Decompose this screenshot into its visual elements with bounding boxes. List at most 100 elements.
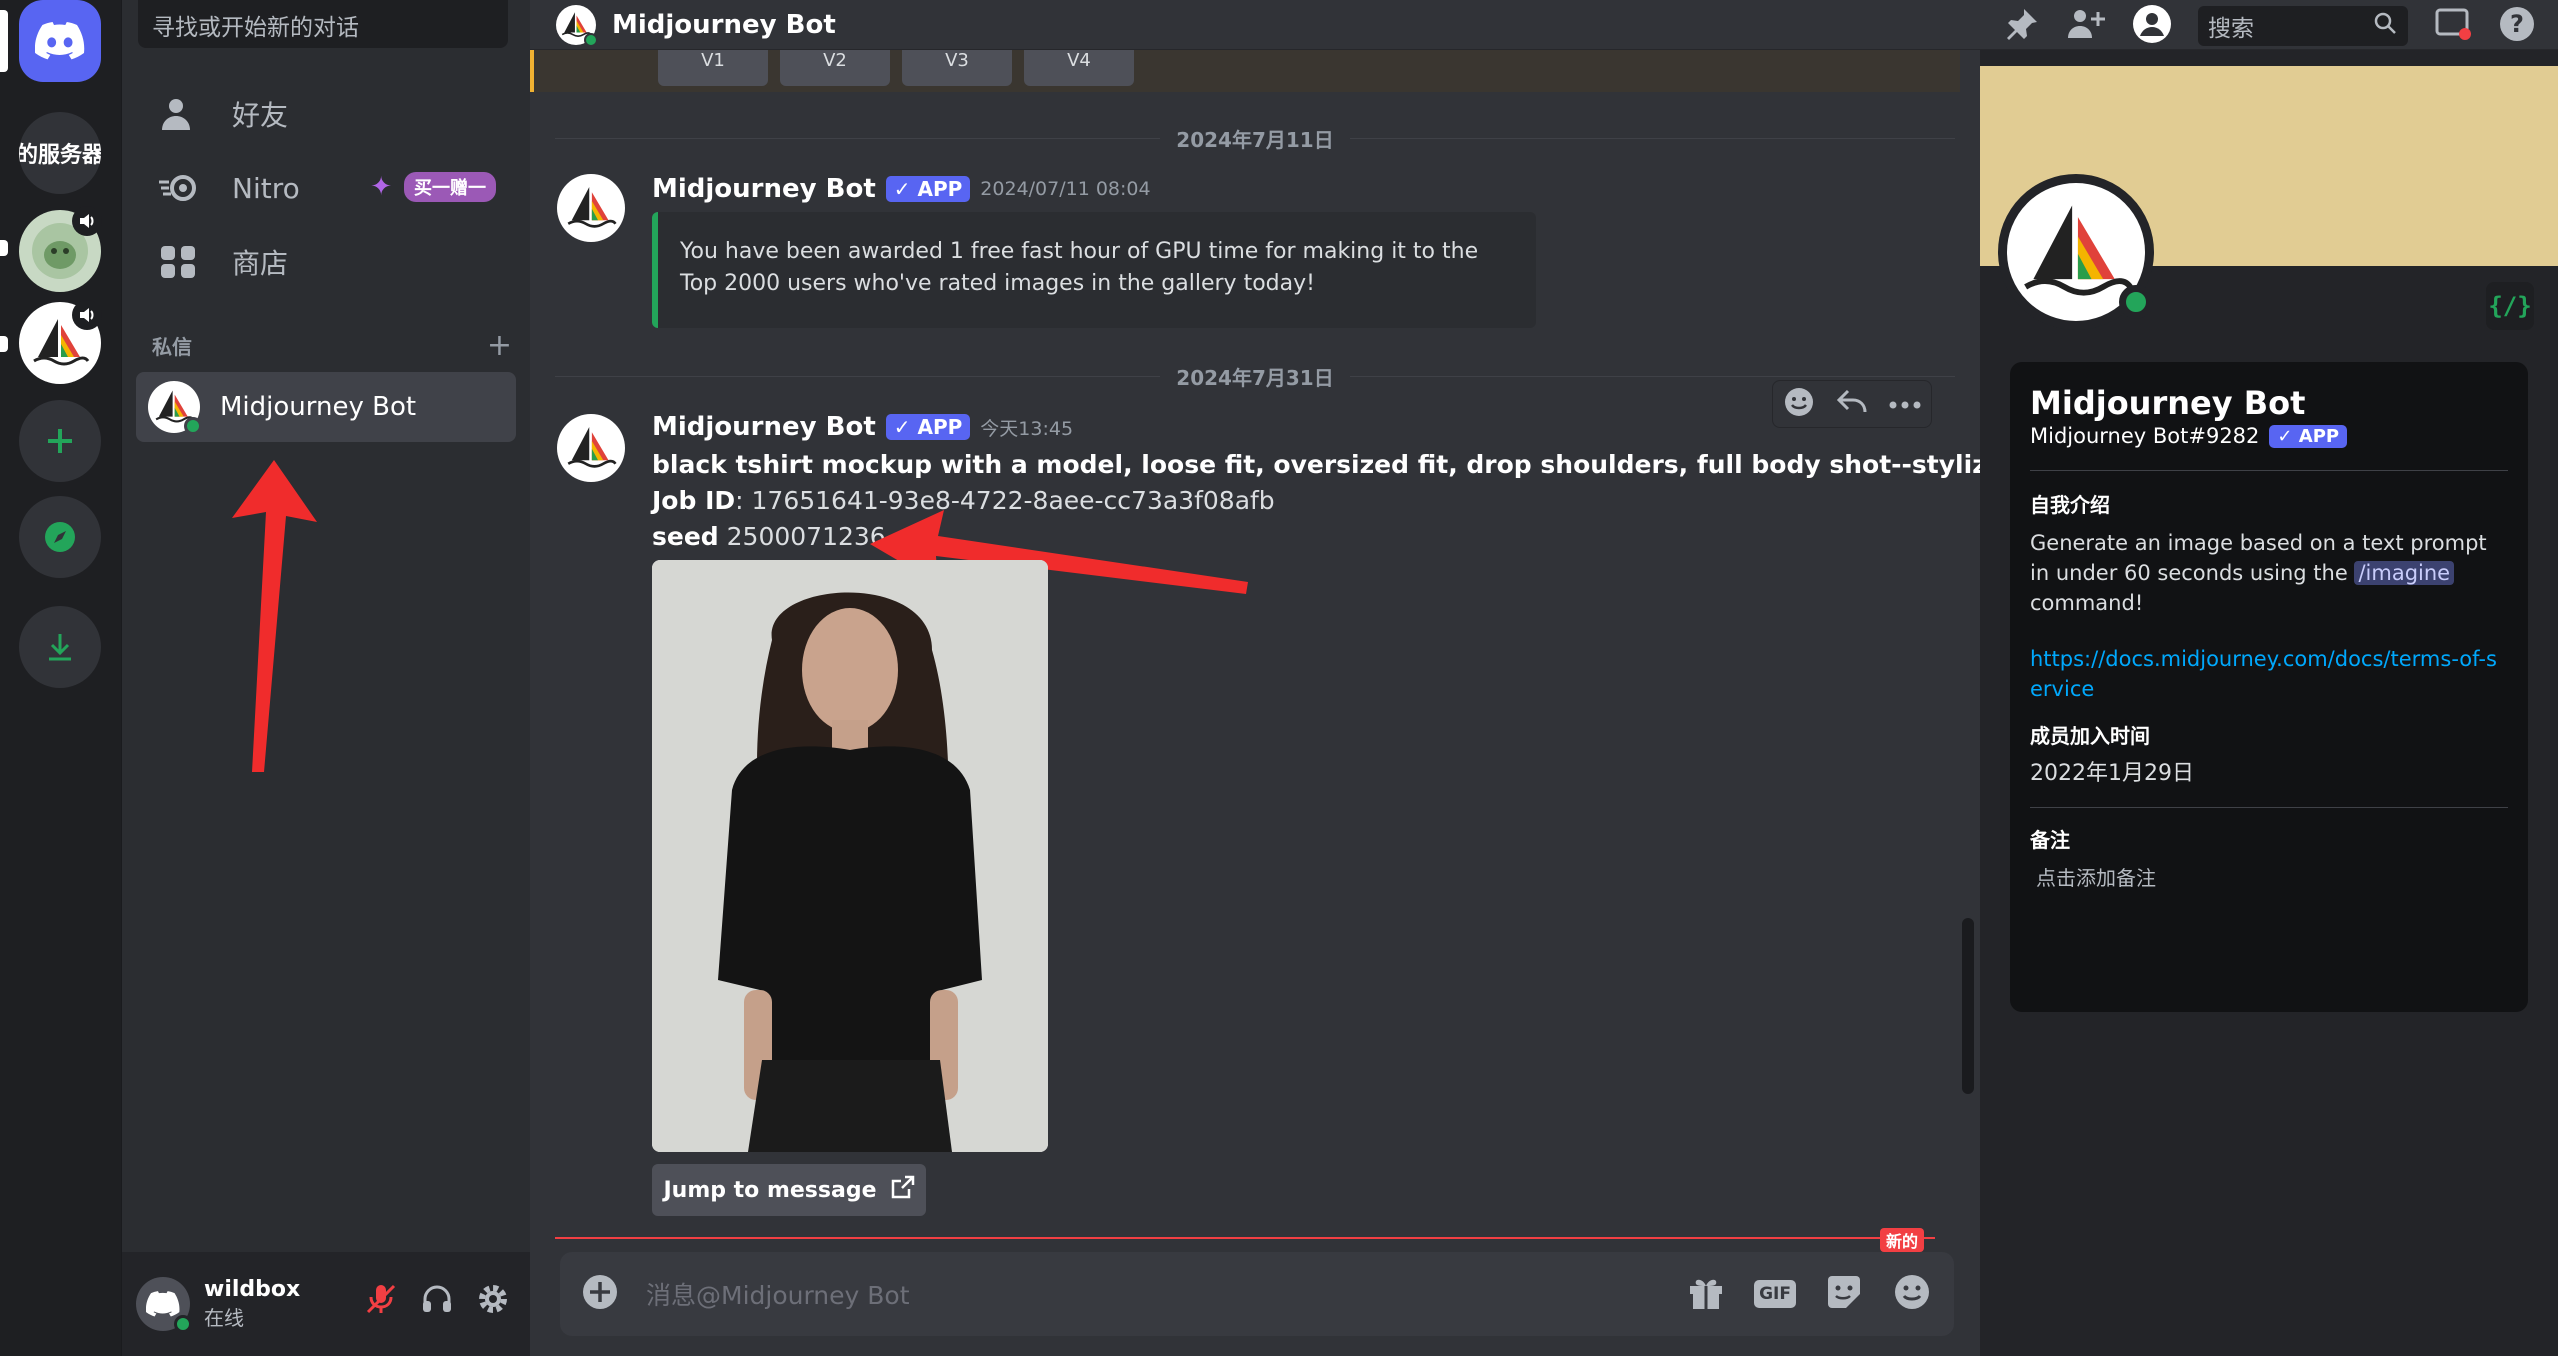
add-server-button[interactable] <box>19 400 101 482</box>
nav-friends[interactable]: 好友 <box>136 78 516 150</box>
external-link-icon <box>891 1175 915 1205</box>
previous-message-tail: V1 V2 V3 V4 <box>530 50 1960 92</box>
speaker-icon-2 <box>72 300 102 330</box>
terms-link[interactable]: https://docs.midjourney.com/docs/terms-o… <box>2030 644 2508 704</box>
nav-nitro-label: Nitro <box>232 171 300 205</box>
explore-servers-button[interactable] <box>19 496 101 578</box>
header-online-dot <box>584 32 598 47</box>
gift-icon[interactable] <box>1686 1272 1726 1316</box>
inbox-icon[interactable] <box>2434 6 2472 46</box>
add-reaction-icon[interactable] <box>1782 385 1816 423</box>
user-profile-panel: {/} Midjourney Bot Midjourney Bot#9282 ✓… <box>1980 50 2558 1356</box>
profile-avatar[interactable] <box>1998 174 2154 330</box>
date-separator: 2024年7月11日 <box>555 124 1956 152</box>
generated-image[interactable] <box>652 560 1048 1152</box>
nav-shop[interactable]: 商店 <box>136 226 516 298</box>
member-since-date: 2022年1月29日 <box>2030 761 2194 786</box>
chat-scrollbar-thumb[interactable] <box>1962 918 1974 1094</box>
download-icon <box>49 634 71 661</box>
user-avatar[interactable] <box>136 1277 192 1333</box>
jump-to-message-label: Jump to message <box>663 1177 877 1203</box>
variation-button-3[interactable]: V3 <box>902 50 1012 86</box>
user-status: 在线 <box>204 1306 244 1330</box>
message-hover-toolbar <box>1772 380 1932 428</box>
message-author[interactable]: Midjourney Bot <box>652 412 876 442</box>
discord-window: 的服务器 寻找或开始新的对话 好友 Nitro ✦ 买一赠一 商店 私信 + M… <box>0 0 2558 1356</box>
dm-list-header: 私信 + <box>152 328 512 363</box>
chat-title: Midjourney Bot <box>612 9 836 40</box>
nav-shop-label: 商店 <box>232 247 289 280</box>
jump-to-message-button[interactable]: Jump to message <box>652 1164 926 1216</box>
message-avatar[interactable] <box>557 174 625 242</box>
nav-friends-label: 好友 <box>232 99 289 132</box>
compass-icon <box>45 522 75 552</box>
prompt-line: black tshirt mockup with a model, loose … <box>652 450 2065 479</box>
message-header: Midjourney Bot ✓ APP 今天13:45 <box>652 412 1073 442</box>
online-status-dot <box>184 417 202 435</box>
add-note-input[interactable]: 点击添加备注 <box>2030 863 2508 893</box>
attach-plus-icon[interactable] <box>580 1272 620 1316</box>
mic-muted-icon[interactable] <box>364 1282 398 1320</box>
about-me-text: Generate an image based on a text prompt… <box>2030 528 2508 618</box>
server-label: 的服务器 <box>19 143 101 168</box>
gif-icon[interactable]: GIF <box>1754 1280 1796 1308</box>
note-header: 备注 <box>2030 828 2070 852</box>
imagine-command-chip[interactable]: /imagine <box>2354 561 2455 585</box>
dm-item-midjourney-bot[interactable]: Midjourney Bot <box>136 372 516 442</box>
user-controls <box>364 1282 510 1320</box>
settings-gear-icon[interactable] <box>476 1282 510 1320</box>
username: wildbox <box>204 1277 301 1302</box>
header-toolbar: 搜索 ? <box>2004 4 2536 48</box>
help-icon[interactable]: ? <box>2498 5 2536 47</box>
annotation-arrow-up <box>232 460 317 772</box>
app-badge: ✓ APP <box>885 414 971 440</box>
headphones-icon[interactable] <box>420 1282 454 1320</box>
composer-placeholder: 消息@Midjourney Bot <box>646 1281 910 1310</box>
prompt-text: black tshirt mockup with a model, loose … <box>652 450 2065 479</box>
about-me-header: 自我介绍 <box>2030 493 2110 517</box>
discord-home-button[interactable] <box>19 0 101 82</box>
server-icon-group[interactable]: 的服务器 <box>19 112 101 194</box>
variation-button-2[interactable]: V2 <box>780 50 890 86</box>
create-dm-button[interactable]: + <box>487 328 512 363</box>
new-messages-tag: 新的 <box>1880 1228 1925 1252</box>
message-embed: You have been awarded 1 free fast hour o… <box>652 212 1536 328</box>
speaker-icon <box>72 206 102 236</box>
dm-item-name: Midjourney Bot <box>220 392 417 422</box>
plus-icon <box>48 429 72 453</box>
app-badge: ✓ APP <box>885 176 971 202</box>
app-command-icon[interactable]: {/} <box>2486 282 2534 330</box>
header-search-placeholder: 搜索 <box>2208 16 2254 42</box>
message-author[interactable]: Midjourney Bot <box>652 174 876 204</box>
add-friends-icon[interactable] <box>2066 6 2106 46</box>
sticker-icon[interactable] <box>1824 1272 1864 1316</box>
pin-icon[interactable] <box>2004 6 2040 46</box>
message-composer[interactable]: 消息@Midjourney Bot GIF <box>560 1252 1954 1336</box>
user-profile-toggle-icon[interactable] <box>2132 4 2172 48</box>
sparkle-icon: ✦ <box>370 172 392 202</box>
message-avatar[interactable] <box>557 414 625 482</box>
user-info: wildbox 在线 <box>204 1277 300 1331</box>
seed-label: seed <box>652 522 719 551</box>
download-apps-button[interactable] <box>19 606 101 688</box>
shop-icon <box>156 240 200 284</box>
member-since-header: 成员加入时间 <box>2030 724 2150 748</box>
header-search-input[interactable]: 搜索 <box>2198 6 2408 46</box>
dm-avatar <box>148 381 202 435</box>
new-messages-divider <box>555 1237 1935 1239</box>
sailboat-icon <box>567 427 617 468</box>
unread-indicator <box>0 240 8 256</box>
nitro-icon <box>156 166 200 210</box>
message-timestamp: 今天13:45 <box>980 417 1074 440</box>
message-timestamp: 2024/07/11 08:04 <box>980 178 1151 200</box>
variation-button-4[interactable]: V4 <box>1024 50 1134 86</box>
dm-header-label: 私信 <box>152 334 192 359</box>
magnifier-icon <box>2372 10 2398 42</box>
reply-icon[interactable] <box>1835 387 1869 421</box>
nav-nitro[interactable]: Nitro ✦ 买一赠一 <box>136 152 516 224</box>
find-conversation-input[interactable]: 寻找或开始新的对话 <box>138 0 508 48</box>
variation-button-1[interactable]: V1 <box>658 50 768 86</box>
emoji-icon[interactable] <box>1892 1272 1932 1316</box>
more-options-icon[interactable] <box>1888 395 1922 414</box>
composer-tools: GIF <box>1686 1272 1932 1316</box>
